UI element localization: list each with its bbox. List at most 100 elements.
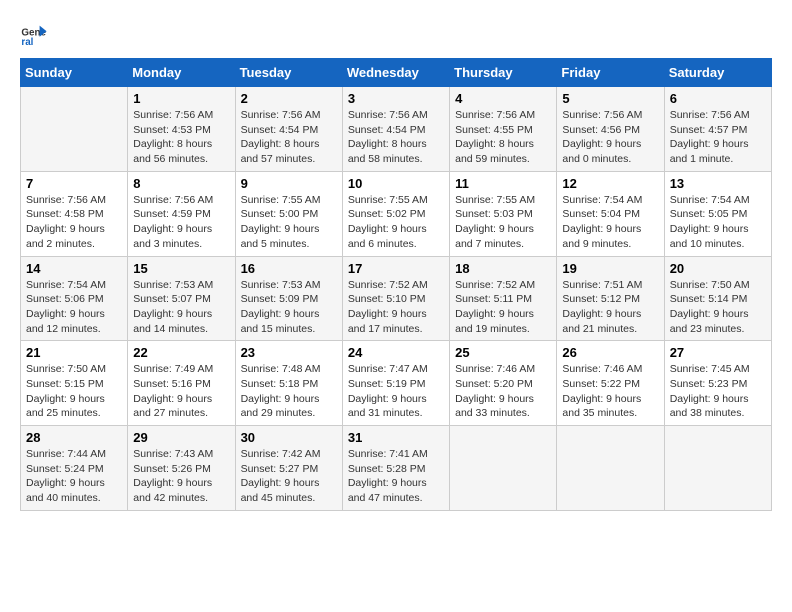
day-info: Sunrise: 7:55 AMSunset: 5:02 PMDaylight:…: [348, 193, 444, 252]
day-number: 2: [241, 91, 337, 106]
day-number: 8: [133, 176, 229, 191]
header-row: SundayMondayTuesdayWednesdayThursdayFrid…: [21, 59, 772, 87]
day-number: 13: [670, 176, 766, 191]
calendar-cell: [21, 87, 128, 172]
day-number: 21: [26, 345, 122, 360]
logo: Gene ral: [20, 20, 52, 48]
calendar-cell: 4Sunrise: 7:56 AMSunset: 4:55 PMDaylight…: [450, 87, 557, 172]
calendar-cell: 3 Sunrise: 7:56 AMSunset: 4:54 PMDaylight…: [342, 87, 449, 172]
calendar-cell: 5 Sunrise: 7:56 AMSunset: 4:56 PMDaylight…: [557, 87, 664, 172]
weekday-header: Thursday: [450, 59, 557, 87]
day-number: 27: [670, 345, 766, 360]
day-info: Sunrise: 7:56 AMSunset: 4:58 PMDaylight:…: [26, 193, 122, 252]
calendar-table: SundayMondayTuesdayWednesdayThursdayFrid…: [20, 58, 772, 511]
day-info: Sunrise: 7:53 AMSunset: 5:09 PMDaylight:…: [241, 278, 337, 337]
calendar-cell: 20 Sunrise: 7:50 AMSunset: 5:14 PMDayligh…: [664, 256, 771, 341]
calendar-cell: 7 Sunrise: 7:56 AMSunset: 4:58 PMDaylight…: [21, 171, 128, 256]
day-number: 6: [670, 91, 766, 106]
day-info: Sunrise: 7:54 AMSunset: 5:05 PMDaylight:…: [670, 193, 766, 252]
calendar-cell: 13 Sunrise: 7:54 AMSunset: 5:05 PMDayligh…: [664, 171, 771, 256]
calendar-cell: 9 Sunrise: 7:55 AMSunset: 5:00 PMDaylight…: [235, 171, 342, 256]
day-number: 17: [348, 261, 444, 276]
calendar-cell: 17 Sunrise: 7:52 AMSunset: 5:10 PMDayligh…: [342, 256, 449, 341]
day-number: 29: [133, 430, 229, 445]
calendar-week-row: 1 Sunrise: 7:56 AMSunset: 4:53 PMDaylight…: [21, 87, 772, 172]
logo-icon: Gene ral: [20, 20, 48, 48]
day-info: Sunrise: 7:41 AMSunset: 5:28 PMDaylight:…: [348, 447, 444, 506]
calendar-cell: 11 Sunrise: 7:55 AMSunset: 5:03 PMDayligh…: [450, 171, 557, 256]
day-info: Sunrise: 7:44 AMSunset: 5:24 PMDaylight:…: [26, 447, 122, 506]
calendar-cell: 22 Sunrise: 7:49 AMSunset: 5:16 PMDayligh…: [128, 341, 235, 426]
day-info: Sunrise: 7:47 AMSunset: 5:19 PMDaylight:…: [348, 362, 444, 421]
svg-text:ral: ral: [21, 37, 33, 48]
calendar-cell: 10Sunrise: 7:55 AMSunset: 5:02 PMDayligh…: [342, 171, 449, 256]
calendar-cell: [557, 426, 664, 511]
calendar-cell: 23 Sunrise: 7:48 AMSunset: 5:18 PMDayligh…: [235, 341, 342, 426]
day-number: 20: [670, 261, 766, 276]
day-number: 30: [241, 430, 337, 445]
day-info: Sunrise: 7:52 AMSunset: 5:11 PMDaylight:…: [455, 278, 551, 337]
day-number: 3: [348, 91, 444, 106]
day-info: Sunrise: 7:55 AMSunset: 5:03 PMDaylight:…: [455, 193, 551, 252]
calendar-cell: 31Sunrise: 7:41 AMSunset: 5:28 PMDayligh…: [342, 426, 449, 511]
day-number: 28: [26, 430, 122, 445]
day-number: 5: [562, 91, 658, 106]
day-info: Sunrise: 7:48 AMSunset: 5:18 PMDaylight:…: [241, 362, 337, 421]
calendar-cell: 28 Sunrise: 7:44 AMSunset: 5:24 PMDayligh…: [21, 426, 128, 511]
day-info: Sunrise: 7:52 AMSunset: 5:10 PMDaylight:…: [348, 278, 444, 337]
day-number: 22: [133, 345, 229, 360]
calendar-cell: 18Sunrise: 7:52 AMSunset: 5:11 PMDayligh…: [450, 256, 557, 341]
day-number: 24: [348, 345, 444, 360]
day-number: 23: [241, 345, 337, 360]
day-info: Sunrise: 7:50 AMSunset: 5:14 PMDaylight:…: [670, 278, 766, 337]
calendar-cell: 15Sunrise: 7:53 AMSunset: 5:07 PMDayligh…: [128, 256, 235, 341]
calendar-week-row: 14 Sunrise: 7:54 AMSunset: 5:06 PMDayligh…: [21, 256, 772, 341]
calendar-cell: 6 Sunrise: 7:56 AMSunset: 4:57 PMDaylight…: [664, 87, 771, 172]
calendar-cell: [450, 426, 557, 511]
day-info: Sunrise: 7:45 AMSunset: 5:23 PMDaylight:…: [670, 362, 766, 421]
weekday-header: Saturday: [664, 59, 771, 87]
calendar-cell: 19Sunrise: 7:51 AMSunset: 5:12 PMDayligh…: [557, 256, 664, 341]
calendar-header: SundayMondayTuesdayWednesdayThursdayFrid…: [21, 59, 772, 87]
weekday-header: Monday: [128, 59, 235, 87]
weekday-header: Tuesday: [235, 59, 342, 87]
calendar-week-row: 7 Sunrise: 7:56 AMSunset: 4:58 PMDaylight…: [21, 171, 772, 256]
day-info: Sunrise: 7:43 AMSunset: 5:26 PMDaylight:…: [133, 447, 229, 506]
day-info: Sunrise: 7:56 AMSunset: 4:59 PMDaylight:…: [133, 193, 229, 252]
weekday-header: Friday: [557, 59, 664, 87]
day-number: 26: [562, 345, 658, 360]
calendar-cell: 27 Sunrise: 7:45 AMSunset: 5:23 PMDayligh…: [664, 341, 771, 426]
day-number: 14: [26, 261, 122, 276]
calendar-cell: 26 Sunrise: 7:46 AMSunset: 5:22 PMDayligh…: [557, 341, 664, 426]
day-info: Sunrise: 7:55 AMSunset: 5:00 PMDaylight:…: [241, 193, 337, 252]
calendar-cell: 24 Sunrise: 7:47 AMSunset: 5:19 PMDayligh…: [342, 341, 449, 426]
day-number: 11: [455, 176, 551, 191]
day-number: 16: [241, 261, 337, 276]
calendar-cell: 30Sunrise: 7:42 AMSunset: 5:27 PMDayligh…: [235, 426, 342, 511]
day-info: Sunrise: 7:50 AMSunset: 5:15 PMDaylight:…: [26, 362, 122, 421]
day-number: 15: [133, 261, 229, 276]
day-number: 25: [455, 345, 551, 360]
day-number: 7: [26, 176, 122, 191]
day-info: Sunrise: 7:49 AMSunset: 5:16 PMDaylight:…: [133, 362, 229, 421]
calendar-cell: 2 Sunrise: 7:56 AMSunset: 4:54 PMDaylight…: [235, 87, 342, 172]
calendar-body: 1 Sunrise: 7:56 AMSunset: 4:53 PMDaylight…: [21, 87, 772, 511]
weekday-header: Wednesday: [342, 59, 449, 87]
day-info: Sunrise: 7:46 AMSunset: 5:22 PMDaylight:…: [562, 362, 658, 421]
day-number: 9: [241, 176, 337, 191]
calendar-cell: 12Sunrise: 7:54 AMSunset: 5:04 PMDayligh…: [557, 171, 664, 256]
calendar-cell: 16 Sunrise: 7:53 AMSunset: 5:09 PMDayligh…: [235, 256, 342, 341]
day-info: Sunrise: 7:56 AMSunset: 4:57 PMDaylight:…: [670, 108, 766, 167]
day-info: Sunrise: 7:54 AMSunset: 5:06 PMDaylight:…: [26, 278, 122, 337]
day-number: 1: [133, 91, 229, 106]
day-info: Sunrise: 7:51 AMSunset: 5:12 PMDaylight:…: [562, 278, 658, 337]
day-number: 12: [562, 176, 658, 191]
day-info: Sunrise: 7:56 AMSunset: 4:53 PMDaylight:…: [133, 108, 229, 167]
day-info: Sunrise: 7:56 AMSunset: 4:54 PMDaylight:…: [348, 108, 444, 167]
day-info: Sunrise: 7:56 AMSunset: 4:54 PMDaylight:…: [241, 108, 337, 167]
calendar-cell: [664, 426, 771, 511]
weekday-header: Sunday: [21, 59, 128, 87]
calendar-cell: 14 Sunrise: 7:54 AMSunset: 5:06 PMDayligh…: [21, 256, 128, 341]
day-info: Sunrise: 7:56 AMSunset: 4:56 PMDaylight:…: [562, 108, 658, 167]
calendar-week-row: 21 Sunrise: 7:50 AMSunset: 5:15 PMDayligh…: [21, 341, 772, 426]
